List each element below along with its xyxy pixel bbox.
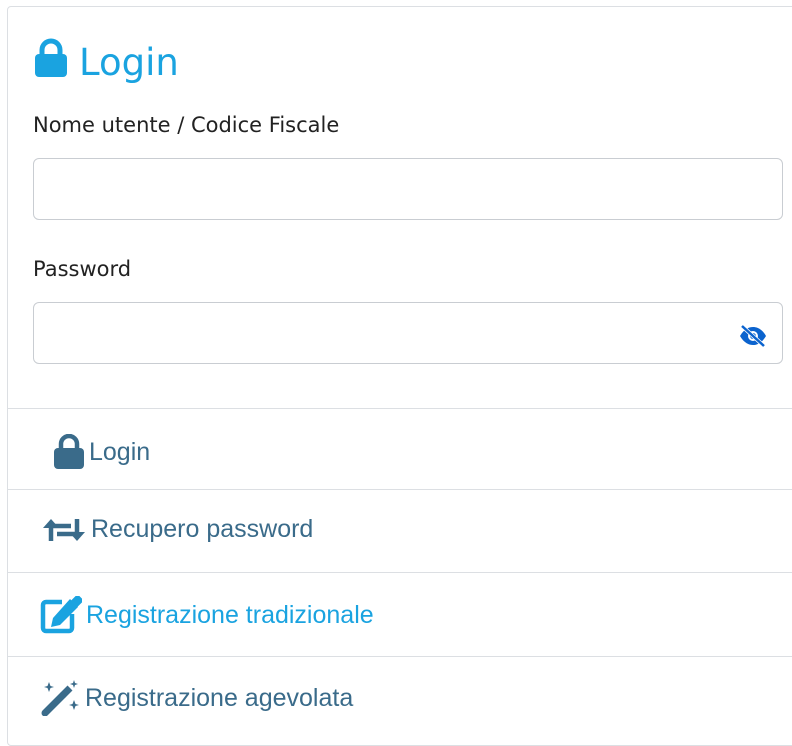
eye-slash-icon[interactable] bbox=[738, 324, 768, 352]
traditional-registration-label: Registrazione tradizionale bbox=[86, 600, 374, 629]
password-label: Password bbox=[33, 257, 132, 281]
traditional-registration-link[interactable]: Registrazione tradizionale bbox=[40, 596, 374, 634]
username-input[interactable] bbox=[34, 159, 742, 217]
easy-registration-label: Registrazione agevolata bbox=[85, 683, 354, 712]
password-field-wrapper bbox=[33, 302, 783, 364]
username-label: Nome utente / Codice Fiscale bbox=[33, 113, 340, 137]
magic-wand-icon bbox=[41, 680, 81, 716]
password-input[interactable] bbox=[34, 303, 742, 361]
divider bbox=[8, 489, 792, 490]
login-button[interactable]: Login bbox=[53, 434, 150, 470]
divider bbox=[8, 656, 792, 657]
recover-password-link[interactable]: Recupero password bbox=[41, 515, 313, 544]
divider bbox=[8, 408, 792, 409]
lock-icon bbox=[53, 434, 85, 470]
page-title: Login bbox=[79, 41, 179, 84]
edit-icon bbox=[40, 596, 82, 634]
lock-icon bbox=[33, 38, 79, 87]
login-heading: Login bbox=[33, 38, 179, 87]
recover-password-label: Recupero password bbox=[91, 515, 314, 543]
easy-registration-link[interactable]: Registrazione agevolata bbox=[41, 680, 353, 716]
login-label: Login bbox=[89, 437, 151, 466]
divider bbox=[8, 572, 792, 573]
retweet-icon bbox=[41, 517, 87, 543]
username-field-wrapper bbox=[33, 158, 783, 220]
